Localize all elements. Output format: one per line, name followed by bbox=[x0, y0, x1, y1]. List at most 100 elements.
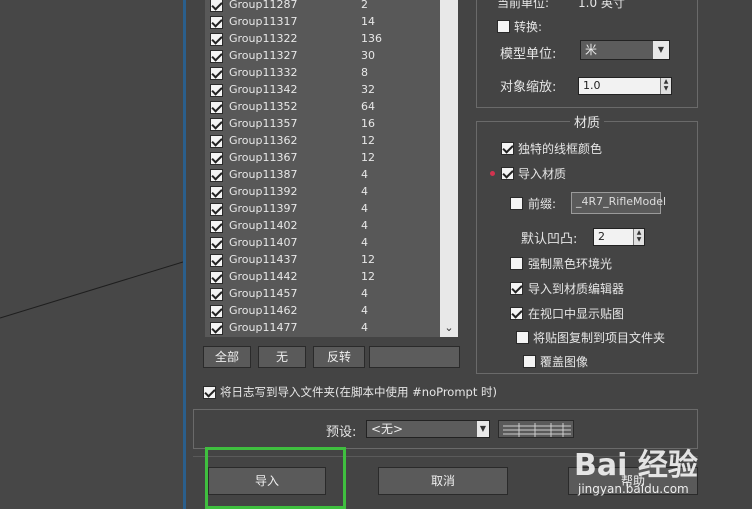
group-checkbox[interactable] bbox=[210, 169, 223, 182]
group-count: 64 bbox=[361, 100, 375, 113]
group-checkbox[interactable] bbox=[210, 33, 223, 46]
list-item[interactable]: Group11367 12 bbox=[205, 150, 440, 167]
prefix-input[interactable]: _4R7_RifleModel bbox=[571, 192, 666, 214]
group-name: Group11457 bbox=[229, 287, 298, 300]
group-count: 4 bbox=[361, 236, 368, 249]
force-black-ambient-label: 强制黑色环境光 bbox=[528, 257, 613, 271]
overwrite-images-label: 覆盖图像 bbox=[540, 355, 589, 369]
write-log-checkbox[interactable] bbox=[203, 386, 216, 399]
model-unit-dropdown[interactable]: 米 ▼ bbox=[580, 40, 670, 60]
group-checkbox[interactable] bbox=[210, 288, 223, 301]
list-item[interactable]: Group11442 12 bbox=[205, 269, 440, 286]
unique-wire-color-checkbox[interactable] bbox=[501, 142, 514, 155]
group-list[interactable]: Group11287 2 Group11317 14 Group11322 136 Grou… bbox=[205, 0, 458, 337]
import-to-editor-label: 导入到材质编辑器 bbox=[528, 282, 625, 296]
group-name: Group11342 bbox=[229, 83, 298, 96]
show-map-in-viewport-checkbox[interactable] bbox=[510, 307, 523, 320]
group-list-scrollbar[interactable]: ⌄ bbox=[440, 0, 458, 337]
default-bump-label: 默认凹凸: bbox=[521, 232, 578, 247]
list-item[interactable]: Group11437 12 bbox=[205, 252, 440, 269]
group-checkbox[interactable] bbox=[210, 101, 223, 114]
select-none-button[interactable]: 无 bbox=[258, 346, 306, 368]
convert-checkbox[interactable] bbox=[497, 20, 510, 33]
overwrite-images-checkbox[interactable] bbox=[523, 355, 536, 368]
chevron-down-icon[interactable]: ▼ bbox=[653, 41, 669, 59]
group-checkbox[interactable] bbox=[210, 84, 223, 97]
list-item[interactable]: Group11402 4 bbox=[205, 218, 440, 235]
group-checkbox[interactable] bbox=[210, 237, 223, 250]
viewport-3d[interactable] bbox=[0, 0, 183, 509]
list-item[interactable]: Group11392 4 bbox=[205, 184, 440, 201]
list-item[interactable]: Group11332 8 bbox=[205, 65, 440, 82]
spinner-arrows-icon[interactable]: ▲ ▼ bbox=[660, 78, 671, 94]
list-item[interactable]: Group11322 136 bbox=[205, 31, 440, 48]
viewport-grid-line bbox=[0, 261, 183, 319]
list-item[interactable]: Group11287 2 bbox=[205, 0, 440, 14]
list-item[interactable]: Group11407 4 bbox=[205, 235, 440, 252]
group-checkbox[interactable] bbox=[210, 186, 223, 199]
group-checkbox[interactable] bbox=[210, 271, 223, 284]
group-count: 12 bbox=[361, 270, 375, 283]
group-checkbox[interactable] bbox=[210, 254, 223, 267]
import-to-editor-checkbox[interactable] bbox=[510, 282, 523, 295]
group-name: Group11367 bbox=[229, 151, 298, 164]
import-materials-checkbox[interactable] bbox=[501, 167, 514, 180]
cancel-button[interactable]: 取消 bbox=[378, 467, 508, 495]
default-bump-spinner[interactable]: 2 ▲ ▼ bbox=[593, 228, 645, 246]
group-name: Group11322 bbox=[229, 32, 298, 45]
group-count: 8 bbox=[361, 66, 368, 79]
select-all-button[interactable]: 全部 bbox=[203, 346, 251, 368]
group-filter-field[interactable] bbox=[369, 346, 460, 368]
list-item[interactable]: Group11362 12 bbox=[205, 133, 440, 150]
group-checkbox[interactable] bbox=[210, 16, 223, 29]
list-item[interactable]: Group11352 64 bbox=[205, 99, 440, 116]
list-item[interactable]: Group11387 4 bbox=[205, 167, 440, 184]
group-checkbox[interactable] bbox=[210, 203, 223, 216]
invert-selection-button[interactable]: 反转 bbox=[313, 346, 365, 368]
object-scale-spinner[interactable]: 1.0 ▲ ▼ bbox=[578, 77, 672, 95]
group-checkbox[interactable] bbox=[210, 135, 223, 148]
model-unit-value: 米 bbox=[585, 43, 598, 57]
list-item[interactable]: Group11457 4 bbox=[205, 286, 440, 303]
copy-maps-checkbox[interactable] bbox=[516, 331, 529, 344]
group-checkbox[interactable] bbox=[210, 0, 223, 12]
list-item[interactable]: Group11342 32 bbox=[205, 82, 440, 99]
group-checkbox[interactable] bbox=[210, 305, 223, 318]
group-name: Group11397 bbox=[229, 202, 298, 215]
group-count: 4 bbox=[361, 202, 368, 215]
prefix-label: 前缀: bbox=[528, 197, 557, 211]
chevron-down-icon[interactable]: ▼ bbox=[477, 421, 489, 437]
group-checkbox[interactable] bbox=[210, 67, 223, 80]
list-item[interactable]: Group11357 16 bbox=[205, 116, 440, 133]
list-item[interactable]: Group11462 4 bbox=[205, 303, 440, 320]
object-scale-label: 对象缩放: bbox=[500, 80, 557, 95]
group-count: 32 bbox=[361, 83, 375, 96]
group-checkbox[interactable] bbox=[210, 152, 223, 165]
group-name: Group11362 bbox=[229, 134, 298, 147]
preset-dropdown[interactable]: <无> ▼ bbox=[366, 420, 490, 438]
group-checkbox[interactable] bbox=[210, 220, 223, 233]
model-unit-label: 模型单位: bbox=[500, 47, 557, 62]
group-count: 4 bbox=[361, 219, 368, 232]
group-checkbox[interactable] bbox=[210, 322, 223, 335]
list-item[interactable]: Group11317 14 bbox=[205, 14, 440, 31]
group-count: 4 bbox=[361, 321, 368, 334]
group-name: Group11317 bbox=[229, 15, 298, 28]
group-name: Group11287 bbox=[229, 0, 298, 11]
group-name: Group11387 bbox=[229, 168, 298, 181]
group-checkbox[interactable] bbox=[210, 118, 223, 131]
group-count: 16 bbox=[361, 117, 375, 130]
current-unit-value: 1.0 英寸 bbox=[578, 0, 625, 10]
spinner-arrows-icon[interactable]: ▲ ▼ bbox=[633, 229, 644, 245]
chevron-down-icon[interactable]: ⌄ bbox=[443, 322, 455, 333]
preset-tools[interactable] bbox=[498, 420, 574, 438]
watermark-logo-text: Bai 经验 bbox=[574, 448, 698, 483]
list-item[interactable]: Group11327 30 bbox=[205, 48, 440, 65]
group-checkbox[interactable] bbox=[210, 50, 223, 63]
list-item[interactable]: Group11477 4 bbox=[205, 320, 440, 337]
force-black-ambient-checkbox[interactable] bbox=[510, 257, 523, 270]
list-item[interactable]: Group11397 4 bbox=[205, 201, 440, 218]
preset-value: <无> bbox=[371, 422, 404, 436]
preset-tools-icon[interactable] bbox=[499, 421, 575, 439]
prefix-checkbox[interactable] bbox=[510, 197, 523, 210]
